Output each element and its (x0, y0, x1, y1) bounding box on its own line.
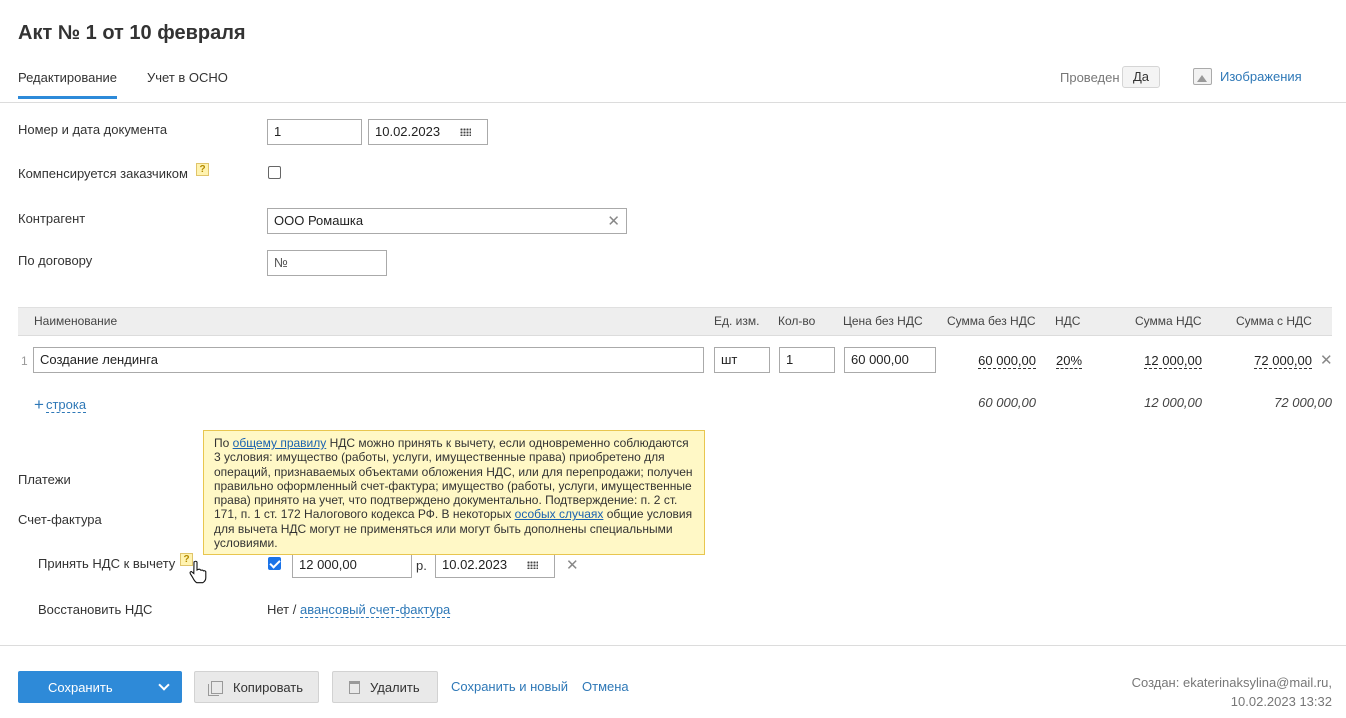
col-name: Наименование (34, 314, 118, 328)
delete-row-icon[interactable]: ✕ (1320, 353, 1333, 368)
help-icon[interactable]: ? (196, 163, 209, 176)
row-index: 1 (21, 354, 28, 368)
doc-number-date-label: Номер и дата документа (18, 122, 168, 137)
posted-label: Проведен (1060, 70, 1120, 85)
restore-vat-value: Нет / (267, 602, 297, 617)
contract-label: По договору (18, 253, 93, 268)
calendar-icon[interactable] (460, 128, 471, 136)
page-title: Акт № 1 от 10 февраля (18, 22, 246, 44)
save-label: Сохранить (48, 680, 113, 695)
total-sum-no-vat: 60 000,00 (978, 395, 1036, 410)
col-vat: НДС (1055, 314, 1081, 328)
total-vat-sum: 12 000,00 (1144, 395, 1202, 410)
row-vat-sum[interactable]: 12 000,00 (1144, 353, 1202, 369)
row-sum-with-vat[interactable]: 72 000,00 (1254, 353, 1312, 369)
accept-vat-label: Принять НДС к вычету (38, 556, 176, 571)
col-unit: Ед. изм. (714, 314, 760, 328)
delete-label: Удалить (370, 679, 420, 695)
hand-cursor-icon (189, 560, 207, 584)
copy-label: Копировать (233, 679, 303, 695)
row-qty-input[interactable]: 1 (779, 347, 835, 373)
doc-number-input[interactable]: 1 (267, 119, 362, 145)
col-sum-no-vat: Сумма без НДС (947, 314, 1036, 328)
row-name-input[interactable]: Создание лендинга (33, 347, 704, 373)
row-unit-input[interactable]: шт (714, 347, 770, 373)
total-sum-with-vat: 72 000,00 (1274, 395, 1332, 410)
copy-icon (208, 680, 223, 696)
images-label: Изображения (1220, 69, 1302, 84)
doc-date-value: 10.02.2023 (375, 124, 441, 139)
col-vat-sum: Сумма НДС (1135, 314, 1202, 328)
posted-toggle[interactable]: Да (1122, 66, 1160, 88)
doc-date-input[interactable]: 10.02.2023 (368, 119, 488, 145)
row-price-input[interactable]: 60 000,00 (844, 347, 936, 373)
clear-contractor-icon[interactable]: ✕ (607, 214, 620, 229)
save-and-new-link[interactable]: Сохранить и новый (451, 679, 568, 694)
accept-vat-checkbox[interactable] (268, 557, 281, 570)
accept-vat-amount-input[interactable]: 12 000,00 (292, 552, 412, 578)
col-price: Цена без НДС (843, 314, 923, 328)
compensated-checkbox[interactable] (268, 166, 281, 179)
tab-divider (0, 102, 1346, 103)
calendar-icon[interactable] (527, 561, 538, 569)
delete-button[interactable]: Удалить (332, 671, 438, 703)
clear-accept-vat-icon[interactable]: ✕ (566, 558, 579, 573)
images-link[interactable]: Изображения (1193, 68, 1302, 85)
col-sum-with-vat: Сумма с НДС (1236, 314, 1312, 328)
chevron-down-icon[interactable] (158, 679, 170, 691)
image-icon (1193, 68, 1212, 85)
restore-vat-label: Восстановить НДС (38, 602, 153, 617)
save-button[interactable]: Сохранить (18, 671, 182, 703)
tab-editing[interactable]: Редактирование (18, 70, 118, 99)
trash-icon (349, 680, 360, 694)
tab-osno[interactable]: Учет в ОСНО (147, 70, 228, 85)
footer-divider (0, 645, 1346, 646)
tooltip-text-1: По (214, 436, 233, 450)
row-sum-no-vat[interactable]: 60 000,00 (978, 353, 1036, 369)
accept-vat-date-input[interactable]: 10.02.2023 (435, 552, 555, 578)
plus-icon: + (34, 395, 44, 414)
general-rule-link[interactable]: общему правилу (233, 436, 327, 450)
invoice-label: Счет-фактура (18, 512, 102, 527)
contractor-input[interactable]: ООО Ромашка ✕ (267, 208, 627, 234)
created-by: Создан: ekaterinaksylina@mail.ru, (1131, 675, 1332, 690)
accept-vat-date-value: 10.02.2023 (442, 557, 508, 572)
payments-label: Платежи (18, 472, 71, 487)
contractor-value: ООО Ромашка (274, 213, 364, 228)
add-row-label: строка (45, 397, 87, 413)
col-qty: Кол-во (778, 314, 816, 328)
created-info: Создан: ekaterinaksylina@mail.ru, 10.02.… (1132, 673, 1332, 711)
cancel-link[interactable]: Отмена (582, 679, 629, 694)
add-row-link[interactable]: + строка (34, 395, 87, 414)
advance-invoice-link[interactable]: авансовый счет-фактура (300, 602, 451, 618)
compensated-label: Компенсируется заказчиком (18, 166, 188, 181)
special-cases-link[interactable]: особых случаях (515, 507, 604, 521)
currency-label: р. (416, 558, 427, 573)
copy-button[interactable]: Копировать (194, 671, 319, 703)
contractor-label: Контрагент (18, 211, 86, 226)
created-at: 10.02.2023 13:32 (1230, 694, 1332, 709)
row-vat-rate[interactable]: 20% (1056, 353, 1083, 369)
contract-input[interactable]: № (267, 250, 387, 276)
vat-help-tooltip: По общему правилу НДС можно принять к вы… (203, 430, 705, 555)
